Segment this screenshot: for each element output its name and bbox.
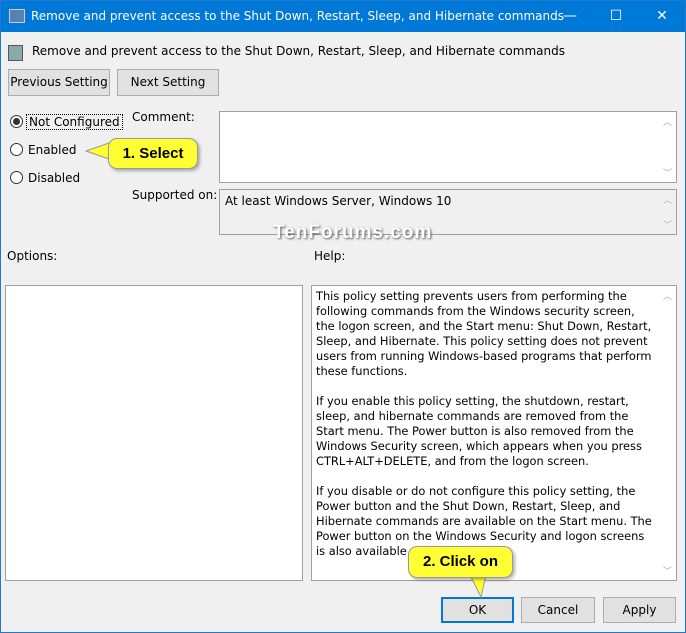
ok-button[interactable]: OK [441, 597, 514, 623]
not-configured-radio[interactable] [10, 115, 23, 128]
policy-name: Remove and prevent access to the Shut Do… [32, 44, 565, 58]
disabled-radio[interactable] [10, 171, 23, 184]
callout-2-pointer [469, 575, 487, 599]
callout-click-ok: 2. Click on [408, 546, 513, 578]
comment-scrollbar[interactable]: ︿ ﹀ [659, 112, 676, 182]
enabled-label[interactable]: Enabled [28, 143, 77, 157]
watermark: TenForums.com [273, 222, 433, 243]
comment-label: Comment: [132, 110, 195, 124]
callout-select: 1. Select [108, 138, 198, 169]
maximize-button[interactable]: ☐ [593, 1, 639, 32]
help-scrollbar[interactable]: ︿ ﹀ [659, 286, 676, 580]
policy-dialog: Remove and prevent access to the Shut Do… [0, 0, 686, 633]
help-text: This policy setting prevents users from … [316, 289, 652, 558]
close-button[interactable]: ✕ [639, 1, 685, 32]
options-label: Options: [7, 249, 58, 263]
next-setting-button[interactable]: Next Setting [117, 69, 219, 96]
app-icon [9, 9, 25, 23]
not-configured-label[interactable]: Not Configured [26, 114, 123, 130]
supported-on-label: Supported on: [132, 188, 218, 202]
cancel-button[interactable]: Cancel [521, 597, 595, 623]
apply-button[interactable]: Apply [603, 597, 676, 623]
previous-setting-button[interactable]: Previous Setting [8, 69, 110, 96]
minimize-button[interactable]: — [547, 1, 593, 32]
window-title: Remove and prevent access to the Shut Do… [31, 9, 564, 23]
supported-scrollbar[interactable]: ︿ ﹀ [659, 190, 676, 234]
policy-icon [8, 45, 23, 61]
supported-on-value: At least Windows Server, Windows 10 [225, 194, 452, 208]
comment-input[interactable]: ︿ ﹀ [219, 111, 677, 183]
title-bar: Remove and prevent access to the Shut Do… [1, 1, 685, 32]
disabled-label[interactable]: Disabled [28, 171, 80, 185]
help-label: Help: [314, 249, 346, 263]
options-panel [5, 285, 303, 581]
enabled-radio[interactable] [10, 143, 23, 156]
help-panel: This policy setting prevents users from … [311, 285, 677, 581]
